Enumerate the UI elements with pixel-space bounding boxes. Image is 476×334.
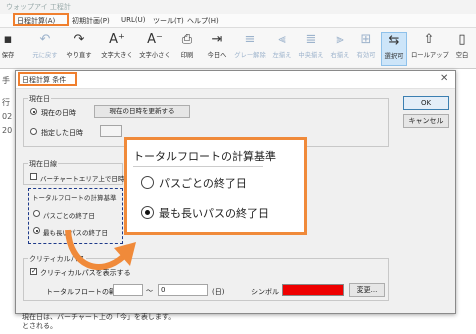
total-float-group-title: トータルフロートの計算基準 bbox=[32, 194, 117, 202]
radio-current-datetime[interactable] bbox=[30, 108, 37, 115]
bg-fragment: 02 bbox=[2, 112, 13, 121]
callout-radio-longest-path-end-label: 最も長いパスの終了日 bbox=[159, 207, 269, 220]
menu-url[interactable]: URL(U) bbox=[121, 16, 145, 24]
font-smaller-label: 文字小さく bbox=[139, 52, 171, 59]
menu-tools[interactable]: ツール(T) bbox=[153, 16, 184, 26]
ok-button[interactable]: OK bbox=[403, 96, 449, 110]
callout-divider bbox=[133, 166, 263, 167]
today-label: 今日へ bbox=[207, 52, 227, 59]
close-icon[interactable]: ✕ bbox=[440, 73, 448, 84]
select-icon: ⇆ bbox=[388, 33, 400, 48]
select-button[interactable]: ⇆ 選択可 bbox=[381, 32, 407, 66]
redo-button[interactable]: ↷ やり直す bbox=[64, 32, 94, 66]
gray-clear-button[interactable]: ≡ グレー解除 bbox=[233, 32, 267, 66]
radio-longest-path-end[interactable] bbox=[33, 227, 40, 234]
blank-label: 空白 bbox=[455, 52, 469, 59]
current-date-group-title: 現在日 bbox=[28, 94, 51, 104]
gray-clear-icon: ≡ bbox=[244, 32, 256, 47]
document-footer-line: 現在日は、バーチャート上の「今」を表します。 bbox=[22, 313, 176, 321]
menu-highlight-frame bbox=[13, 13, 69, 26]
dialog-titlebar: 日程計算 条件 ✕ bbox=[16, 71, 455, 89]
specified-date-input[interactable] bbox=[100, 125, 122, 137]
blank-button[interactable]: ▯ 空白 bbox=[450, 32, 474, 66]
change-symbol-button[interactable]: 変更... bbox=[349, 283, 385, 297]
critical-path-symbol-swatch bbox=[282, 284, 344, 296]
align-left-button[interactable]: ⫷ 左揃え bbox=[270, 32, 294, 66]
radio-specified-datetime-label: 指定した日時 bbox=[41, 129, 83, 137]
font-smaller-icon: A⁻ bbox=[147, 32, 163, 47]
save-icon: ▪ bbox=[3, 32, 13, 47]
print-label: 印刷 bbox=[180, 52, 194, 59]
callout-radio-longest-path-end[interactable] bbox=[141, 206, 154, 219]
align-left-icon: ⫷ bbox=[278, 32, 286, 47]
select-label: 選択可 bbox=[384, 53, 404, 60]
align-left-label: 左揃え bbox=[272, 52, 292, 59]
print-button[interactable]: ⎙ 印刷 bbox=[176, 32, 198, 66]
show-current-line-label: バーチャートエリア上で日時線 bbox=[40, 175, 131, 183]
current-line-group: 現在日線 バーチャートエリア上で日時線 bbox=[23, 159, 131, 185]
align-right-label: 右揃え bbox=[330, 52, 350, 59]
cancel-button[interactable]: キャンセル bbox=[403, 114, 449, 128]
document-footer-line: とされる。 bbox=[22, 322, 57, 330]
today-button[interactable]: ⇥ 今日へ bbox=[205, 32, 229, 66]
menu-initial-plan[interactable]: 初期計画(P) bbox=[72, 16, 110, 26]
undo-button[interactable]: ↶ 元に戻す bbox=[30, 32, 60, 66]
enable-icon: ⊞ bbox=[360, 32, 372, 47]
rollup-icon: ⇧ bbox=[423, 32, 435, 47]
menu-bar: 日程計算(A) 初期計画(P) URL(U) ツール(T) ヘルプ(H) bbox=[0, 14, 476, 28]
save-button[interactable]: ▪ 保存 bbox=[0, 32, 16, 66]
undo-label: 元に戻す bbox=[32, 52, 58, 59]
radio-each-path-end-label: パスごとの終了日 bbox=[43, 212, 95, 220]
print-icon: ⎙ bbox=[181, 32, 193, 47]
align-center-icon: ≣ bbox=[305, 32, 317, 47]
rollup-button[interactable]: ⇧ ロールアップ bbox=[411, 32, 449, 66]
current-line-group-title: 現在日線 bbox=[28, 159, 58, 169]
radio-each-path-end[interactable] bbox=[33, 210, 40, 217]
align-right-icon: ⫸ bbox=[336, 32, 344, 47]
enable-button[interactable]: ⊞ 有効可 bbox=[354, 32, 378, 66]
total-float-zoom-callout: トータルフロートの計算基準 パスごとの終了日 最も長いパスの終了日 bbox=[124, 137, 307, 235]
window-titlebar: ウォップアイ 工程計 bbox=[0, 0, 476, 14]
font-larger-icon: A⁺ bbox=[109, 32, 125, 47]
enable-label: 有効可 bbox=[356, 52, 376, 59]
gray-clear-label: グレー解除 bbox=[234, 52, 266, 59]
blank-icon: ▯ bbox=[458, 32, 466, 47]
rollup-label: ロールアップ bbox=[411, 52, 449, 59]
align-right-button[interactable]: ⫸ 右揃え bbox=[328, 32, 352, 66]
toolbar: ▪ 保存 ↶ 元に戻す ↷ やり直す A⁺ 文字大きく A⁻ 文字小さく ⎙ 印… bbox=[0, 28, 476, 69]
update-current-datetime-button[interactable]: 現在の日時を更新する bbox=[94, 105, 190, 118]
document-footer-text: 現在日は、バーチャート上の「今」を表します。 とされる。 bbox=[22, 313, 452, 334]
range-unit: (日) bbox=[212, 288, 225, 296]
callout-radio-each-path-end-label: パスごとの終了日 bbox=[159, 177, 247, 190]
range-to-input[interactable]: 0 bbox=[158, 284, 208, 296]
show-critical-path-checkbox[interactable]: ✓ bbox=[30, 268, 37, 275]
total-float-range-label: トータルフロートの範囲 bbox=[46, 288, 123, 296]
redo-label: やり直す bbox=[66, 52, 92, 59]
bg-fragment: 行 bbox=[2, 98, 10, 107]
dialog-title-highlight-frame bbox=[18, 72, 77, 86]
bg-fragment: 手 bbox=[2, 76, 10, 85]
radio-specified-datetime[interactable] bbox=[30, 128, 37, 135]
align-center-button[interactable]: ≣ 中央揃え bbox=[296, 32, 326, 66]
undo-icon: ↶ bbox=[39, 32, 51, 47]
radio-current-datetime-label: 現在の日時 bbox=[41, 109, 76, 117]
callout-title: トータルフロートの計算基準 bbox=[133, 150, 276, 163]
redo-icon: ↷ bbox=[73, 32, 85, 47]
today-icon: ⇥ bbox=[211, 32, 223, 47]
menu-help[interactable]: ヘルプ(H) bbox=[187, 16, 219, 26]
align-center-label: 中央揃え bbox=[298, 52, 324, 59]
bg-fragment: 20 bbox=[2, 126, 13, 135]
font-larger-label: 文字大きく bbox=[101, 52, 133, 59]
show-current-line-checkbox[interactable] bbox=[30, 173, 37, 180]
font-larger-button[interactable]: A⁺ 文字大きく bbox=[100, 32, 134, 66]
save-label: 保存 bbox=[1, 52, 15, 59]
curved-arrow-icon bbox=[65, 229, 136, 270]
symbol-label: シンボル bbox=[251, 288, 279, 296]
callout-radio-each-path-end[interactable] bbox=[141, 176, 154, 189]
window-title: ウォップアイ 工程計 bbox=[6, 3, 71, 11]
font-smaller-button[interactable]: A⁻ 文字小さく bbox=[138, 32, 172, 66]
